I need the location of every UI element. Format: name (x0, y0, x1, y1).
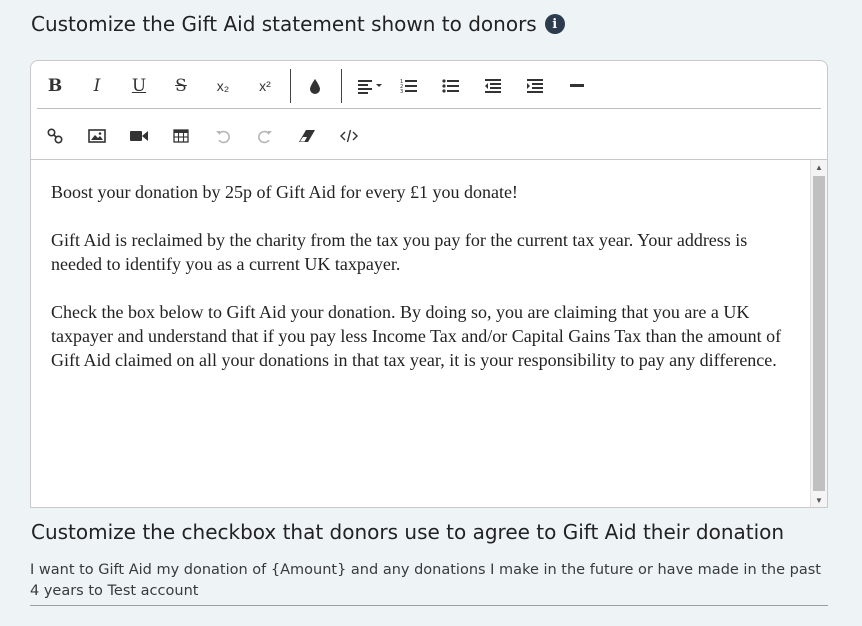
subscript-icon[interactable]: x₂ (207, 71, 239, 101)
underline-icon[interactable]: U (123, 71, 155, 101)
indent-icon[interactable] (519, 71, 551, 101)
editor-paragraph: Check the box below to Gift Aid your don… (51, 302, 782, 370)
checkbox-text-heading: Customize the checkbox that donors use t… (31, 520, 785, 544)
rich-text-editor: B I U S x₂ x² 123 Boost your donation by… (30, 60, 828, 508)
strikethrough-icon[interactable]: S (165, 71, 197, 101)
toolbar-separator (341, 69, 342, 103)
link-icon[interactable] (39, 121, 71, 151)
toolbar-row-insert (31, 111, 827, 160)
outdent-icon[interactable] (477, 71, 509, 101)
toolbar-row-formatting: B I U S x₂ x² 123 (31, 61, 827, 109)
redo-icon[interactable] (249, 121, 281, 151)
checkbox-text-field[interactable]: I want to Gift Aid my donation of {Amoun… (30, 560, 828, 606)
table-icon[interactable] (165, 121, 197, 151)
image-icon[interactable] (81, 121, 113, 151)
ordered-list-icon[interactable]: 123 (393, 71, 425, 101)
editor-paragraph: Boost your donation by 25p of Gift Aid f… (51, 182, 518, 202)
color-icon[interactable] (299, 71, 331, 101)
scroll-down-arrow-icon[interactable]: ▼ (811, 493, 827, 507)
toolbar-separator (290, 69, 291, 103)
editor-content[interactable]: Boost your donation by 25p of Gift Aid f… (31, 160, 810, 507)
editor-scrollbar[interactable]: ▲ ▼ (810, 160, 827, 507)
scroll-thumb[interactable] (813, 176, 825, 491)
italic-icon[interactable]: I (81, 71, 113, 101)
svg-text:3: 3 (400, 89, 403, 94)
gift-aid-statement-heading-text: Customize the Gift Aid statement shown t… (31, 12, 537, 36)
unordered-list-icon[interactable] (435, 71, 467, 101)
info-icon[interactable]: i (544, 14, 565, 34)
align-icon[interactable] (351, 71, 391, 101)
editor-paragraph: Gift Aid is reclaimed by the charity fro… (51, 230, 748, 274)
gift-aid-statement-heading: Customize the Gift Aid statement shown t… (31, 12, 565, 36)
video-icon[interactable] (123, 121, 155, 151)
superscript-icon[interactable]: x² (249, 71, 281, 101)
horizontal-rule-icon[interactable] (561, 71, 593, 101)
clear-format-icon[interactable] (291, 121, 323, 151)
undo-icon[interactable] (207, 121, 239, 151)
bold-icon[interactable]: B (39, 71, 71, 101)
code-view-icon[interactable] (333, 121, 365, 151)
scroll-up-arrow-icon[interactable]: ▲ (811, 160, 827, 174)
